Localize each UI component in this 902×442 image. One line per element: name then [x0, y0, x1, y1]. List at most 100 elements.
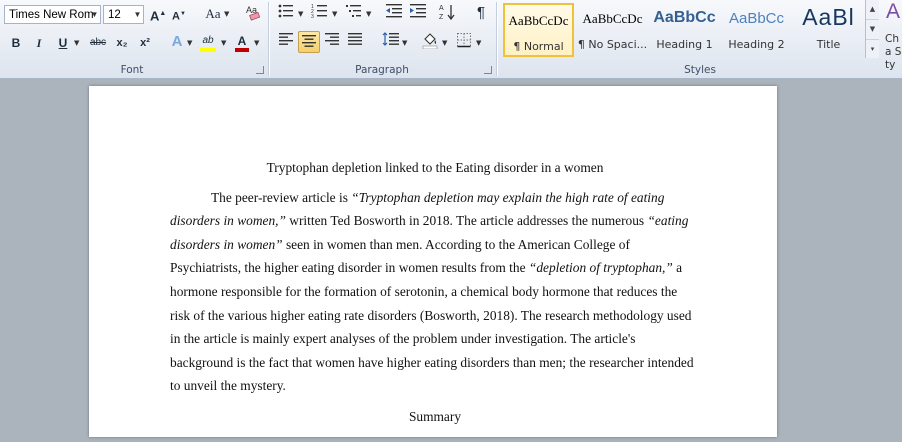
- body-paragraph: The peer-review article is “Tryptophan d…: [170, 186, 700, 398]
- style-sample: AaBbCc: [653, 9, 716, 26]
- style-sample: AaBbCcDc: [582, 11, 643, 26]
- document-page[interactable]: Tryptophan depletion linked to the Eatin…: [89, 86, 777, 437]
- more-styles-icon[interactable]: ▾: [866, 40, 879, 59]
- chevron-down-icon[interactable]: ▼: [74, 39, 79, 47]
- change-styles-icon: A: [886, 0, 901, 23]
- borders-button[interactable]: [455, 32, 473, 52]
- justify-icon: [348, 33, 362, 45]
- style-heading-2[interactable]: AaBbCc Heading 2: [721, 3, 792, 57]
- strikethrough-button[interactable]: abc: [87, 33, 109, 53]
- svg-text:3: 3: [311, 14, 314, 19]
- chevron-down-icon[interactable]: ▼: [402, 39, 407, 47]
- grow-font-button[interactable]: A▲: [150, 4, 166, 24]
- document-body[interactable]: Tryptophan depletion linked to the Eatin…: [170, 156, 700, 442]
- para-text: a hormone responsible for the formation …: [170, 260, 694, 394]
- bold-button[interactable]: B: [8, 33, 24, 53]
- styles-gallery: AaBbCcDc ¶ Normal AaBbCcDc ¶ No Spaci...…: [503, 1, 865, 59]
- paint-bucket-icon: [422, 33, 438, 50]
- style-sample: AaBbCc: [728, 10, 785, 27]
- style-normal[interactable]: AaBbCcDc ¶ Normal: [503, 3, 574, 57]
- style-heading-1[interactable]: AaBbCc Heading 1: [649, 3, 720, 57]
- styles-gallery-scroll: ▲ ▼ ▾: [865, 0, 879, 58]
- paragraph-dialog-launcher-icon[interactable]: [484, 66, 492, 74]
- chevron-down-icon[interactable]: ▼: [476, 39, 481, 47]
- increase-indent-button[interactable]: [409, 3, 427, 23]
- chevron-down-icon[interactable]: ▼: [221, 39, 226, 47]
- numbering-button[interactable]: 1 2 3: [311, 3, 329, 23]
- numbering-icon: 1 2 3: [311, 4, 327, 20]
- svg-text:Z: Z: [439, 14, 444, 21]
- line-spacing-button[interactable]: [381, 32, 401, 52]
- multilevel-list-icon: [346, 5, 361, 17]
- style-no-spacing[interactable]: AaBbCcDc ¶ No Spaci...: [577, 3, 648, 57]
- para-italic-text: “depletion of tryptophan,”: [528, 260, 673, 276]
- change-case-button[interactable]: Aa: [202, 4, 224, 24]
- chevron-down-icon[interactable]: ▼: [132, 6, 143, 23]
- chevron-down-icon[interactable]: ▼: [298, 10, 303, 18]
- chevron-down-icon[interactable]: ▼: [366, 10, 371, 18]
- highlight-color-swatch: [200, 48, 216, 52]
- shrink-font-button[interactable]: A▼: [171, 4, 187, 24]
- bullets-icon: [278, 4, 293, 18]
- justify-button[interactable]: [346, 32, 364, 52]
- clear-formatting-button[interactable]: Aa: [243, 3, 263, 23]
- pilcrow-icon: ¶: [476, 4, 486, 21]
- style-name: ¶ Normal: [513, 40, 564, 53]
- align-center-button[interactable]: [298, 31, 320, 53]
- bullets-button[interactable]: [277, 3, 295, 23]
- chevron-down-icon[interactable]: ▼: [254, 39, 259, 47]
- paragraph-group-label: Paragraph: [355, 64, 409, 76]
- style-title[interactable]: AaBl Title: [793, 3, 864, 57]
- scroll-up-icon[interactable]: ▲: [866, 0, 879, 20]
- chevron-down-icon[interactable]: ▼: [224, 10, 229, 18]
- chevron-down-icon[interactable]: ▼: [187, 39, 192, 47]
- sort-button[interactable]: A Z: [439, 3, 457, 23]
- svg-text:A: A: [439, 5, 444, 12]
- align-left-button[interactable]: [277, 32, 295, 52]
- align-left-icon: [279, 33, 293, 45]
- summary-heading: Summary: [408, 408, 462, 424]
- text-effects-button[interactable]: A: [168, 32, 186, 52]
- style-sample: AaBbCcDc: [508, 13, 569, 28]
- font-group-label: Font: [120, 64, 144, 76]
- font-size-combo[interactable]: 12 ▼: [103, 5, 144, 24]
- clear-formatting-icon: Aa: [246, 5, 261, 21]
- superscript-button[interactable]: x²: [136, 33, 154, 53]
- subscript-button[interactable]: x₂: [113, 33, 131, 53]
- para-text: written Ted Bosworth in 2018. The articl…: [285, 213, 648, 229]
- align-right-icon: [325, 33, 339, 45]
- sort-icon: A Z: [439, 5, 455, 21]
- multilevel-list-button[interactable]: [345, 3, 363, 23]
- ribbon: Times New Rom ▼ 12 ▼ A▲ A▼ Aa ▼ Aa B I U…: [0, 0, 902, 79]
- style-name: Heading 1: [656, 38, 713, 51]
- align-right-button[interactable]: [323, 32, 341, 52]
- italic-button[interactable]: I: [31, 33, 47, 53]
- font-size-value: 12: [108, 9, 121, 21]
- style-name: Title: [816, 38, 841, 51]
- document-title: Tryptophan depletion linked to the Eatin…: [266, 160, 604, 175]
- show-formatting-marks-button[interactable]: ¶: [472, 3, 490, 23]
- chevron-down-icon[interactable]: ▼: [442, 39, 447, 47]
- styles-group-label: Styles: [684, 64, 716, 76]
- font-color-button[interactable]: A: [234, 31, 250, 52]
- font-dialog-launcher-icon[interactable]: [256, 66, 264, 74]
- change-styles-button[interactable]: A Cha Sty: [880, 0, 902, 71]
- font-name-value: Times New Rom: [9, 9, 94, 21]
- font-name-combo[interactable]: Times New Rom ▼: [4, 5, 101, 24]
- decrease-indent-button[interactable]: [385, 3, 403, 23]
- underline-button[interactable]: U: [55, 33, 71, 53]
- scroll-down-icon[interactable]: ▼: [866, 20, 879, 40]
- line-spacing-icon: [382, 32, 399, 46]
- increase-indent-icon: [410, 4, 426, 18]
- para-text: The peer-review article is: [211, 189, 352, 205]
- font-color-swatch: [235, 48, 249, 52]
- chevron-down-icon[interactable]: ▼: [89, 6, 100, 23]
- highlight-button[interactable]: ab: [199, 31, 217, 52]
- chevron-down-icon[interactable]: ▼: [332, 10, 337, 18]
- decrease-indent-icon: [386, 4, 402, 18]
- borders-icon: [457, 33, 471, 48]
- align-center-icon: [302, 35, 316, 47]
- style-name: ¶ No Spaci...: [577, 38, 648, 51]
- shading-button[interactable]: [420, 31, 440, 51]
- style-name: Heading 2: [728, 38, 785, 51]
